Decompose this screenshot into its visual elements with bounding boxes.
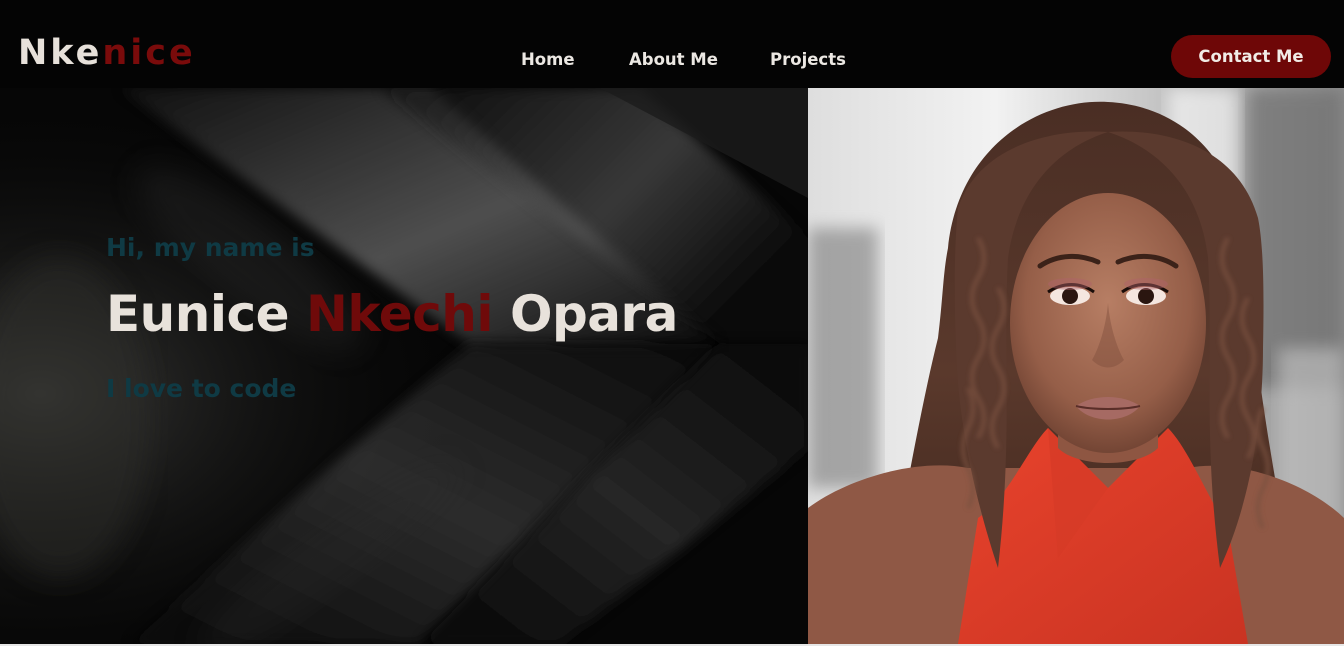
hero-name: Eunice Nkechi Opara xyxy=(106,282,678,346)
nav-link-home[interactable]: Home xyxy=(521,48,575,72)
abstract-dark-background xyxy=(0,88,808,644)
contact-me-button[interactable]: Contact Me xyxy=(1171,35,1331,78)
name-middle: Nkechi xyxy=(305,285,494,343)
portfolio-page: Nkenice Home About Me Projects Contact M… xyxy=(0,0,1344,646)
nav-links: Home About Me Projects xyxy=(0,48,1344,72)
profile-photo xyxy=(808,88,1344,644)
nav-link-about-me[interactable]: About Me xyxy=(629,48,718,72)
name-first: Eunice xyxy=(106,285,290,343)
name-last: Opara xyxy=(509,285,678,343)
hero-intro: Hi, my name is Eunice Nkechi Opara I lov… xyxy=(0,88,808,644)
top-navbar: Nkenice Home About Me Projects Contact M… xyxy=(0,0,1344,88)
tagline-text: I love to code xyxy=(106,374,297,403)
greeting-text: Hi, my name is xyxy=(106,233,315,262)
nav-link-projects[interactable]: Projects xyxy=(770,48,846,72)
profile-photo-panel xyxy=(808,88,1344,644)
